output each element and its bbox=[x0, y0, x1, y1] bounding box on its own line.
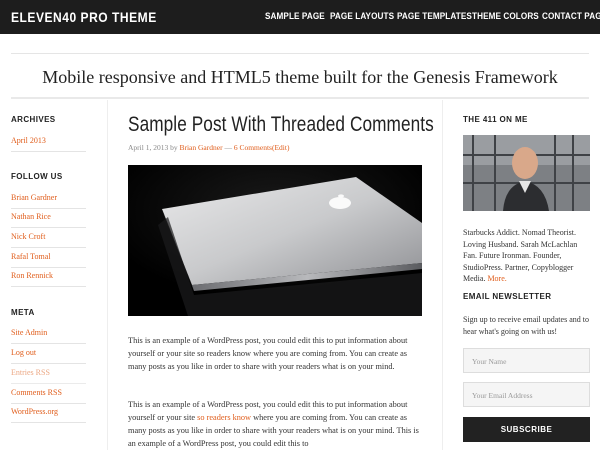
site-description: Mobile responsive and HTML5 theme built … bbox=[42, 67, 558, 87]
subscribe-button[interactable]: SUBSCRIBE bbox=[463, 417, 590, 442]
archive-link[interactable]: April 2013 bbox=[11, 136, 86, 152]
post-comments-link[interactable]: 6 Comments bbox=[234, 143, 272, 152]
author-photo-illustration bbox=[463, 135, 590, 211]
follow-link[interactable]: Brian Gardner bbox=[11, 193, 86, 209]
nav-theme-colors[interactable]: THEME COLORS bbox=[472, 11, 539, 22]
follow-link[interactable]: Ron Rennick bbox=[11, 271, 86, 287]
post-edit-link[interactable]: (Edit) bbox=[272, 143, 290, 152]
meta-link-comments-rss[interactable]: Comments RSS bbox=[11, 388, 86, 404]
meta-link-log-out[interactable]: Log out bbox=[11, 348, 86, 364]
archives-widget-title: ARCHIVES bbox=[11, 115, 56, 124]
meta-link-entries-rss[interactable]: Entries RSS bbox=[11, 368, 86, 384]
follow-link[interactable]: Rafal Tomal bbox=[11, 252, 86, 268]
follow-widget-title: FOLLOW US bbox=[11, 172, 63, 181]
divider bbox=[11, 53, 589, 54]
meta-link-wordpress-org[interactable]: WordPress.org bbox=[11, 407, 86, 423]
name-input[interactable]: Your Name bbox=[463, 348, 590, 373]
nav-sample-page[interactable]: SAMPLE PAGE bbox=[265, 11, 325, 22]
nav-contact-page[interactable]: CONTACT PAGE bbox=[542, 11, 600, 22]
column-divider bbox=[442, 100, 443, 450]
nav-page-layouts[interactable]: PAGE LAYOUTS bbox=[330, 11, 394, 22]
bio-more-link[interactable]: More. bbox=[487, 274, 506, 283]
email-input[interactable]: Your Email Address bbox=[463, 382, 590, 407]
post-paragraph: This is an example of a WordPress post, … bbox=[128, 398, 422, 450]
post-title[interactable]: Sample Post With Threaded Comments bbox=[128, 113, 434, 137]
divider bbox=[11, 97, 589, 99]
author-bio: Starbucks Addict. Nomad Theorist. Loving… bbox=[463, 227, 593, 285]
about-widget-title: THE 411 ON ME bbox=[463, 115, 528, 124]
site-logo[interactable]: ELEVEN40 PRO THEME bbox=[11, 9, 157, 25]
newsletter-description: Sign up to receive email updates and to … bbox=[463, 315, 589, 336]
meta-widget-title: META bbox=[11, 308, 35, 317]
inline-link[interactable]: so readers know bbox=[197, 413, 251, 422]
post-author-link[interactable]: Brian Gardner bbox=[179, 143, 222, 152]
newsletter-widget-title: EMAIL NEWSLETTER bbox=[463, 292, 552, 301]
featured-image-laptop bbox=[128, 165, 422, 316]
follow-link[interactable]: Nathan Rice bbox=[11, 212, 86, 228]
follow-link[interactable]: Nick Croft bbox=[11, 232, 86, 248]
site-header: ELEVEN40 PRO THEME SAMPLE PAGE PAGE LAYO… bbox=[0, 0, 600, 34]
laptop-illustration bbox=[128, 165, 422, 316]
author-photo bbox=[463, 135, 590, 211]
post-paragraph: This is an example of a WordPress post, … bbox=[128, 336, 408, 371]
post-meta: April 1, 2013 by Brian Gardner — 6 Comme… bbox=[128, 143, 289, 152]
post-date: April 1, 2013 bbox=[128, 143, 169, 152]
column-divider bbox=[107, 100, 108, 450]
meta-link-site-admin[interactable]: Site Admin bbox=[11, 328, 86, 344]
bio-text: Starbucks Addict. Nomad Theorist. Loving… bbox=[463, 228, 578, 283]
nav-page-templates[interactable]: PAGE TEMPLATES bbox=[397, 11, 472, 22]
meta-separator: — bbox=[224, 143, 232, 152]
post-by: by bbox=[170, 143, 178, 152]
